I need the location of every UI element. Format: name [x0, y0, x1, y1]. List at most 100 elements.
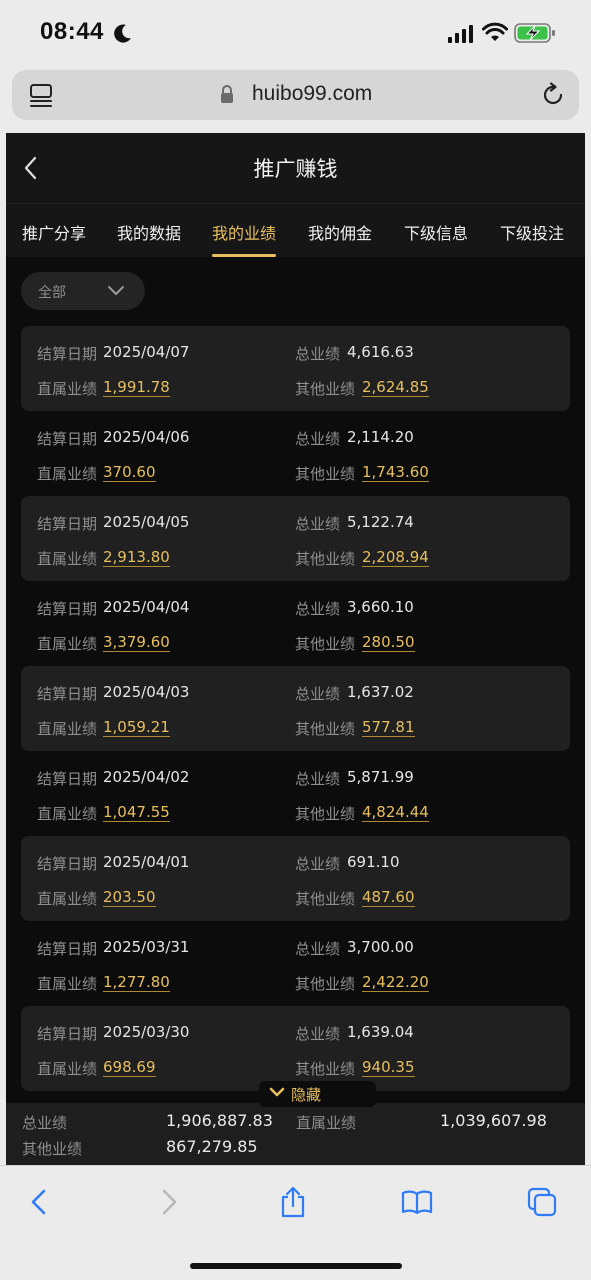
tabs-overview-icon[interactable] — [526, 1186, 558, 1218]
page-header: 推广赚钱 — [6, 133, 585, 203]
other-label: 其他业绩 — [295, 380, 356, 398]
tab-my-data[interactable]: 我的数据 — [117, 220, 181, 244]
other-label: 其他业绩 — [295, 1060, 356, 1078]
total-value: 5,122.74 — [347, 513, 414, 531]
reload-icon[interactable] — [540, 82, 566, 108]
other-label: 其他业绩 — [295, 465, 356, 483]
page-menu-icon[interactable] — [28, 82, 54, 108]
hide-label: 隐藏 — [291, 1086, 322, 1104]
total-label: 总业绩 — [295, 430, 341, 448]
other-value-link[interactable]: 2,208.94 — [362, 548, 429, 567]
total-label: 总业绩 — [295, 940, 341, 958]
settle-date-label: 结算日期 — [37, 515, 98, 533]
total-value: 1,639.04 — [347, 1023, 414, 1041]
other-value-link[interactable]: 280.50 — [362, 633, 415, 652]
battery-charging-icon — [514, 23, 555, 43]
settle-date-value: 2025/04/04 — [103, 598, 190, 616]
list-item: 结算日期 2025/03/30 总业绩 1,639.04 直属业绩 698.69… — [21, 1006, 570, 1091]
total-value: 4,616.63 — [347, 343, 414, 361]
other-label: 其他业绩 — [295, 720, 356, 738]
other-value-link[interactable]: 2,422.20 — [362, 973, 429, 992]
summary-footer: 总业绩 1,906,887.83 直属业绩 1,039,607.98 其他业绩 … — [6, 1103, 585, 1165]
direct-label: 直属业绩 — [37, 550, 98, 568]
total-value: 691.10 — [347, 853, 400, 871]
direct-label: 直属业绩 — [37, 720, 98, 738]
other-label: 其他业绩 — [295, 975, 356, 993]
other-value-link[interactable]: 487.60 — [362, 888, 415, 907]
chevron-down-icon — [269, 1087, 285, 1097]
settle-date-value: 2025/04/02 — [103, 768, 190, 786]
other-value-link[interactable]: 2,624.85 — [362, 378, 429, 397]
other-label: 其他业绩 — [295, 805, 356, 823]
settle-date-value: 2025/04/01 — [103, 853, 190, 871]
back-arrow-icon[interactable] — [24, 1186, 56, 1218]
total-value: 5,871.99 — [347, 768, 414, 786]
other-value-link[interactable]: 940.35 — [362, 1058, 415, 1077]
list-item: 结算日期 2025/04/02 总业绩 5,871.99 直属业绩 1,047.… — [21, 751, 570, 836]
direct-value-link[interactable]: 203.50 — [103, 888, 156, 907]
status-bar: 08:44 — [0, 0, 591, 66]
page-title: 推广赚钱 — [253, 157, 338, 181]
direct-label: 直属业绩 — [37, 635, 98, 653]
direct-value-link[interactable]: 370.60 — [103, 463, 156, 482]
forward-arrow-icon[interactable] — [152, 1186, 184, 1218]
summary-direct-label: 直属业绩 — [296, 1114, 357, 1132]
home-indicator — [190, 1263, 402, 1269]
direct-value-link[interactable]: 1,991.78 — [103, 378, 170, 397]
tab-my-performance[interactable]: 我的业绩 — [212, 220, 276, 244]
cellular-signal-icon — [448, 25, 473, 43]
other-value-link[interactable]: 577.81 — [362, 718, 415, 737]
bookmarks-icon[interactable] — [401, 1186, 433, 1218]
total-label: 总业绩 — [295, 600, 341, 618]
direct-value-link[interactable]: 1,047.55 — [103, 803, 170, 822]
summary-other-label: 其他业绩 — [22, 1140, 83, 1158]
chevron-down-icon — [108, 286, 124, 295]
other-value-link[interactable]: 4,824.44 — [362, 803, 429, 822]
total-value: 2,114.20 — [347, 428, 414, 446]
tab-my-commission[interactable]: 我的佣金 — [308, 220, 372, 244]
filter-dropdown[interactable]: 全部 — [21, 272, 145, 310]
total-label: 总业绩 — [295, 855, 341, 873]
wifi-icon — [482, 22, 508, 41]
tab-subordinate-bets[interactable]: 下级投注 — [500, 220, 564, 244]
browser-toolbar — [0, 1165, 591, 1280]
settle-date-value: 2025/03/31 — [103, 938, 190, 956]
summary-direct-value: 1,039,607.98 — [440, 1111, 547, 1130]
filter-label: 全部 — [38, 285, 66, 301]
url-text[interactable]: huibo99.com — [252, 82, 372, 106]
direct-label: 直属业绩 — [37, 465, 98, 483]
tab-share[interactable]: 推广分享 — [22, 220, 86, 244]
total-label: 总业绩 — [295, 685, 341, 703]
lock-icon — [221, 85, 233, 103]
direct-label: 直属业绩 — [37, 805, 98, 823]
settle-date-label: 结算日期 — [37, 1025, 98, 1043]
other-label: 其他业绩 — [295, 890, 356, 908]
web-page: 推广赚钱 推广分享 我的数据 我的业绩 我的佣金 下级信息 下级投注 全部 结算… — [6, 133, 585, 1165]
direct-value-link[interactable]: 698.69 — [103, 1058, 156, 1077]
summary-total-value: 1,906,887.83 — [166, 1111, 273, 1130]
address-bar[interactable]: huibo99.com — [12, 70, 579, 120]
other-value-link[interactable]: 1,743.60 — [362, 463, 429, 482]
direct-label: 直属业绩 — [37, 1060, 98, 1078]
total-label: 总业绩 — [295, 345, 341, 363]
moon-icon — [114, 24, 131, 43]
settle-date-label: 结算日期 — [37, 855, 98, 873]
other-label: 其他业绩 — [295, 550, 356, 568]
performance-list: 结算日期 2025/04/07 总业绩 4,616.63 直属业绩 1,991.… — [21, 326, 570, 1091]
list-item: 结算日期 2025/03/31 总业绩 3,700.00 直属业绩 1,277.… — [21, 921, 570, 1006]
direct-value-link[interactable]: 3,379.60 — [103, 633, 170, 652]
direct-label: 直属业绩 — [37, 380, 98, 398]
direct-value-link[interactable]: 1,059.21 — [103, 718, 170, 737]
hide-summary-toggle[interactable]: 隐藏 — [259, 1081, 376, 1107]
list-item: 结算日期 2025/04/03 总业绩 1,637.02 直属业绩 1,059.… — [21, 666, 570, 751]
settle-date-label: 结算日期 — [37, 600, 98, 618]
total-label: 总业绩 — [295, 1025, 341, 1043]
share-icon[interactable] — [277, 1186, 309, 1218]
total-label: 总业绩 — [295, 770, 341, 788]
tab-subordinate-info[interactable]: 下级信息 — [404, 220, 468, 244]
direct-label: 直属业绩 — [37, 975, 98, 993]
direct-value-link[interactable]: 2,913.80 — [103, 548, 170, 567]
direct-value-link[interactable]: 1,277.80 — [103, 973, 170, 992]
settle-date-label: 结算日期 — [37, 685, 98, 703]
total-value: 1,637.02 — [347, 683, 414, 701]
